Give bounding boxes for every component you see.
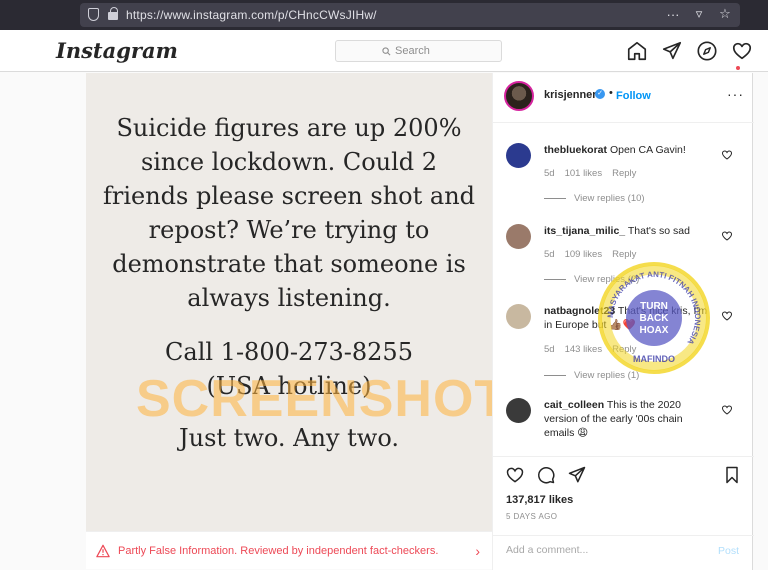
comment-body: its_tijana_milic_ That's so sad [544, 224, 712, 238]
author-username[interactable]: krisjenner [544, 89, 597, 101]
post-image[interactable]: Suicide figures are up 200% since lockdo… [86, 73, 492, 531]
view-replies-link[interactable]: View replies (10) [544, 193, 645, 204]
comment-username[interactable]: thebluekorat [544, 144, 607, 156]
stamp-center-text: HOAX [640, 325, 669, 336]
comment-body: cait_colleen This is the 2020 version of… [544, 398, 712, 440]
url-text[interactable]: https://www.instagram.com/p/CHncCWsJIHw/ [126, 8, 377, 22]
more-options-icon[interactable]: ··· [727, 86, 744, 102]
page-actions-icon[interactable]: ··· [666, 7, 680, 22]
comment-age: 5d [544, 168, 555, 179]
stamp-center-text: TURN [640, 301, 668, 312]
bookmark-star-icon[interactable]: ☆ [718, 6, 732, 22]
share-icon[interactable] [567, 465, 587, 485]
post-line: friends please screen shot and [102, 182, 476, 210]
instagram-header: Instagram [0, 30, 768, 72]
direct-messages-icon[interactable] [661, 40, 683, 62]
activity-heart-icon[interactable] [731, 40, 753, 62]
search-icon [382, 46, 391, 55]
comment-text: Open CA Gavin! [609, 144, 686, 156]
save-bookmark-icon[interactable] [722, 465, 742, 485]
like-comment-heart-icon[interactable] [721, 310, 733, 322]
search-box[interactable] [335, 40, 502, 62]
post-line: Suicide figures are up 200% [116, 114, 462, 142]
fact-check-text: Partly False Information. Reviewed by in… [118, 544, 439, 557]
comment-text: That's so sad [627, 225, 690, 237]
main-nav [626, 40, 753, 70]
comment-age: 5d [544, 249, 555, 260]
post-line: always listening. [187, 284, 391, 312]
address-bar[interactable]: https://www.instagram.com/p/CHncCWsJIHw/… [80, 3, 740, 27]
notification-dot [736, 66, 740, 70]
lock-icon[interactable] [108, 7, 118, 20]
like-count[interactable]: 137,817 likes [506, 494, 573, 506]
search-input[interactable] [395, 45, 455, 57]
author-avatar[interactable] [504, 81, 534, 111]
view-replies-text: View replies (10) [574, 193, 645, 204]
pocket-icon[interactable]: ▿ [692, 6, 706, 22]
reply-button[interactable]: Reply [612, 168, 636, 179]
stamp-org-text: MAFINDO [633, 354, 675, 364]
verified-badge-icon: ✓ [595, 89, 605, 99]
follow-button[interactable]: Follow [616, 90, 651, 102]
add-comment-bar: Post [493, 535, 754, 567]
explore-compass-icon[interactable] [696, 40, 718, 62]
stamp-center-text: BACK [640, 313, 670, 324]
like-comment-heart-icon[interactable] [721, 149, 733, 161]
post-line: since lockdown. Could 2 [140, 148, 438, 176]
comment-username[interactable]: its_tijana_milic_ [544, 225, 625, 237]
post-line: demonstrate that someone is [112, 250, 466, 278]
fact-check-banner[interactable]: Partly False Information. Reviewed by in… [86, 531, 492, 569]
comment-meta: 5d 109 likes Reply [544, 249, 636, 260]
comment-likes[interactable]: 143 likes [565, 344, 603, 355]
post-date: 5 DAYS AGO [506, 512, 558, 521]
like-comment-heart-icon[interactable] [721, 230, 733, 242]
like-comment-heart-icon[interactable] [721, 404, 733, 416]
post-line: Call 1-800-273-8255 [165, 338, 413, 366]
home-icon[interactable] [626, 40, 648, 62]
comment-body: thebluekorat Open CA Gavin! [544, 143, 712, 157]
comment-avatar[interactable] [506, 304, 531, 329]
comment-meta: 5d 101 likes Reply [544, 168, 636, 179]
warning-icon [96, 544, 110, 557]
separator-dot: • [609, 87, 613, 99]
browser-toolbar: https://www.instagram.com/p/CHncCWsJIHw/… [0, 0, 768, 30]
screenshot-watermark: SCREENSHOT BY [136, 370, 492, 428]
post-author-header: krisjenner ✓ • Follow ··· [493, 73, 754, 123]
turnbackhoax-stamp: MASYARAKAT ANTI FITNAH INDONESIA TURN BA… [598, 262, 710, 374]
comment-likes[interactable]: 109 likes [565, 249, 603, 260]
comment-avatar[interactable] [506, 398, 531, 423]
comment-age: 5d [544, 344, 555, 355]
comment-likes[interactable]: 101 likes [565, 168, 603, 179]
instagram-logo[interactable]: Instagram [56, 38, 178, 63]
comment-avatar[interactable] [506, 143, 531, 168]
chevron-right-icon: › [475, 543, 480, 559]
post-comment-button[interactable]: Post [718, 545, 739, 557]
comment-username[interactable]: cait_colleen [544, 399, 604, 411]
address-bar-actions: ··· ▿ ☆ [666, 6, 732, 22]
post-actions: 137,817 likes 5 DAYS AGO Post [493, 456, 754, 566]
comment-bubble-icon[interactable] [536, 465, 556, 485]
like-heart-icon[interactable] [505, 465, 525, 485]
comment-avatar[interactable] [506, 224, 531, 249]
reply-button[interactable]: Reply [612, 249, 636, 260]
tracking-shield-icon[interactable] [88, 8, 99, 21]
comment-input[interactable] [506, 544, 696, 556]
post-line: repost? We’re trying to [148, 216, 430, 244]
